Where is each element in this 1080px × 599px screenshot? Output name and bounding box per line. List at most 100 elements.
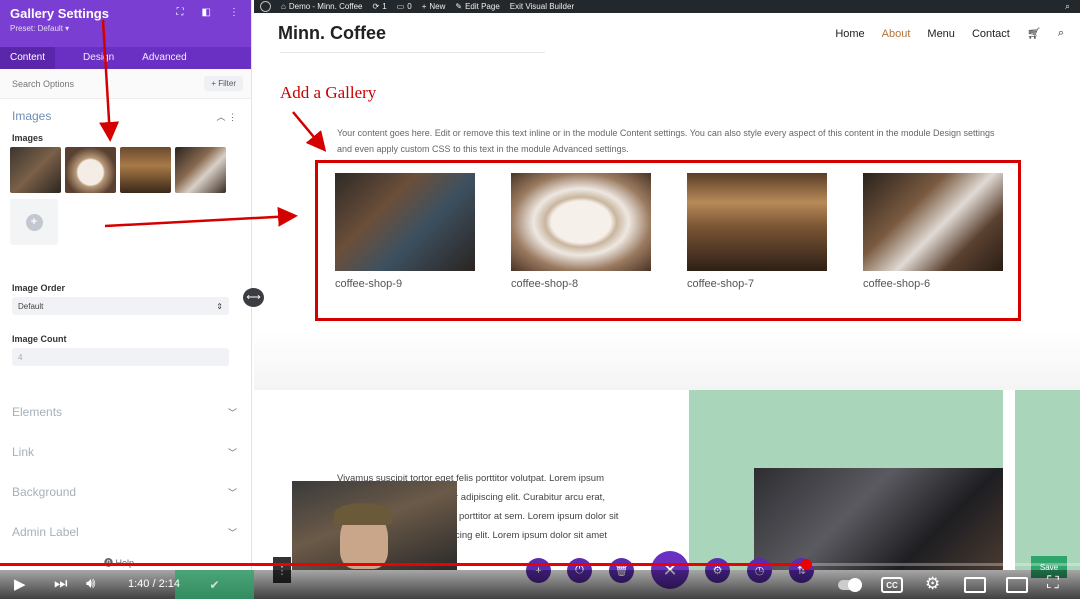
- image-count-input[interactable]: 4: [12, 348, 229, 366]
- elements-section-header[interactable]: Elements ﹀: [0, 392, 251, 432]
- nav-about[interactable]: About: [882, 28, 911, 40]
- admin-site-name[interactable]: ⌂ Demo - Minn. Coffee: [281, 2, 363, 11]
- gallery-caption: coffee-shop-9: [335, 278, 403, 290]
- images-field-label: Images: [12, 133, 44, 143]
- link-section-title: Link: [12, 445, 35, 459]
- cart-icon[interactable]: 🛒︎: [1027, 27, 1041, 40]
- admin-search-icon[interactable]: ⌕: [1065, 1, 1070, 12]
- chevron-down-icon: ﹀: [227, 447, 237, 458]
- new-label: New: [429, 2, 446, 11]
- progress-played: [0, 563, 806, 566]
- wordpress-icon[interactable]: [260, 1, 271, 12]
- fullscreen-icon[interactable]: ⛶: [177, 7, 184, 18]
- thumbnail-coffee-shop-9[interactable]: [10, 147, 61, 193]
- site-name-label: Demo - Minn. Coffee: [288, 2, 363, 11]
- gallery-caption: coffee-shop-6: [863, 278, 931, 290]
- section-background: [254, 330, 1080, 390]
- site-header: Minn. Coffee Home About Menu Contact 🛒︎ …: [254, 13, 1080, 53]
- thumbnail-coffee-shop-8[interactable]: [65, 147, 116, 193]
- play-icon[interactable]: ▶: [14, 575, 26, 593]
- gallery-settings-panel: Gallery Settings Preset: Default ▾ ⛶ ◧ ⋮…: [0, 0, 252, 570]
- miniplayer-icon[interactable]: [964, 577, 986, 593]
- theater-mode-icon[interactable]: [1006, 577, 1028, 593]
- gallery-image[interactable]: [687, 173, 827, 271]
- image-order-value: Default: [18, 301, 44, 311]
- video-progress-bar[interactable]: [0, 559, 1080, 570]
- search-icon[interactable]: ⌕: [1058, 27, 1064, 40]
- next-icon[interactable]: ⏭: [54, 575, 68, 592]
- select-arrows-icon: ⇕: [216, 301, 223, 311]
- tab-advanced[interactable]: Advanced: [132, 47, 196, 69]
- chevron-down-icon: ﹀: [227, 527, 237, 538]
- thumbnail-coffee-shop-6[interactable]: [175, 147, 226, 193]
- panel-tabs: Content Design Advanced: [0, 47, 251, 69]
- green-background-block: [1015, 390, 1080, 570]
- gallery-caption: coffee-shop-7: [687, 278, 755, 290]
- gallery-item[interactable]: coffee-shop-8: [511, 173, 651, 290]
- nav-contact[interactable]: Contact: [972, 28, 1010, 40]
- annotation-text: Add a Gallery: [280, 83, 377, 102]
- more-options-icon[interactable]: ⋮: [229, 7, 239, 18]
- edit-page-label: Edit Page: [465, 2, 500, 11]
- chevron-down-icon: ﹀: [227, 487, 237, 498]
- search-row: + Filter: [0, 69, 251, 99]
- admin-edit-page[interactable]: ✎ Edit Page: [455, 2, 499, 11]
- updates-count: 1: [382, 2, 387, 11]
- arrow-to-box: [292, 111, 327, 152]
- gallery-image[interactable]: [335, 173, 475, 271]
- gallery-image[interactable]: [511, 173, 651, 271]
- settings-gear-icon[interactable]: ⚙: [925, 574, 940, 594]
- image-order-label: Image Order: [12, 283, 66, 293]
- thumbnail-coffee-shop-7[interactable]: [120, 147, 171, 193]
- search-options-input[interactable]: [12, 78, 162, 89]
- preset-selector[interactable]: Preset: Default ▾: [10, 24, 241, 33]
- autoplay-toggle[interactable]: [838, 578, 862, 592]
- header-divider: [280, 52, 545, 53]
- espresso-machine-image: [754, 468, 1003, 570]
- admin-label-section-title: Admin Label: [12, 525, 79, 539]
- panel-header: Gallery Settings Preset: Default ▾ ⛶ ◧ ⋮: [0, 0, 251, 47]
- elements-section-title: Elements: [12, 405, 63, 419]
- tab-design[interactable]: Design: [73, 47, 124, 69]
- content-text: Your content goes here. Edit or remove t…: [337, 128, 995, 154]
- background-section-header[interactable]: Background ﹀: [0, 472, 251, 512]
- panel-resize-handle[interactable]: ⟷: [243, 288, 264, 307]
- gallery-item[interactable]: coffee-shop-6: [863, 173, 1003, 290]
- webcam-overlay: [292, 481, 457, 570]
- image-count-value: 4: [18, 352, 23, 362]
- captions-icon[interactable]: CC: [881, 577, 903, 593]
- builder-confirm-icon[interactable]: ✔: [175, 570, 254, 599]
- admin-new[interactable]: + New: [422, 2, 446, 11]
- images-section-title: Images: [12, 109, 52, 123]
- volume-icon[interactable]: 🔊︎: [86, 575, 95, 592]
- progress-scrubber[interactable]: [801, 559, 812, 570]
- site-logo[interactable]: Minn. Coffee: [278, 23, 386, 44]
- main-nav: Home About Menu Contact 🛒︎ ⌕: [835, 27, 1064, 40]
- admin-exit-builder[interactable]: Exit Visual Builder: [510, 2, 574, 11]
- admin-comments[interactable]: ▭ 0: [397, 2, 412, 11]
- link-section-header[interactable]: Link ﹀: [0, 432, 251, 472]
- add-image-button[interactable]: +: [10, 199, 58, 245]
- chevron-down-icon: ﹀: [227, 407, 237, 418]
- comments-count: 0: [407, 2, 412, 11]
- split-view-icon[interactable]: ◧: [202, 7, 211, 18]
- nav-menu[interactable]: Menu: [927, 28, 955, 40]
- tab-content[interactable]: Content: [0, 47, 56, 69]
- nav-home[interactable]: Home: [835, 28, 864, 40]
- fullscreen-player-icon[interactable]: ⛶: [1047, 573, 1059, 593]
- chevron-up-icon[interactable]: ︿ ⋮: [216, 110, 237, 123]
- gallery-item[interactable]: coffee-shop-7: [687, 173, 827, 290]
- wp-admin-bar: ⌂ Demo - Minn. Coffee ⟳ 1 ▭ 0 + New ✎ Ed…: [254, 0, 1080, 13]
- admin-label-section-header[interactable]: Admin Label ﹀: [0, 512, 251, 552]
- images-section-header[interactable]: Images ︿ ⋮: [0, 99, 251, 133]
- presenter-hat: [334, 503, 392, 525]
- gallery-item[interactable]: coffee-shop-9: [335, 173, 475, 290]
- video-time: 1:40 / 2:14: [128, 578, 180, 590]
- image-order-select[interactable]: Default ⇕: [12, 297, 229, 315]
- background-section-title: Background: [12, 485, 77, 499]
- gallery-caption: coffee-shop-8: [511, 278, 579, 290]
- gallery-image[interactable]: [863, 173, 1003, 271]
- filter-button[interactable]: + Filter: [204, 76, 243, 91]
- admin-updates[interactable]: ⟳ 1: [373, 2, 387, 11]
- plus-icon: +: [25, 213, 43, 231]
